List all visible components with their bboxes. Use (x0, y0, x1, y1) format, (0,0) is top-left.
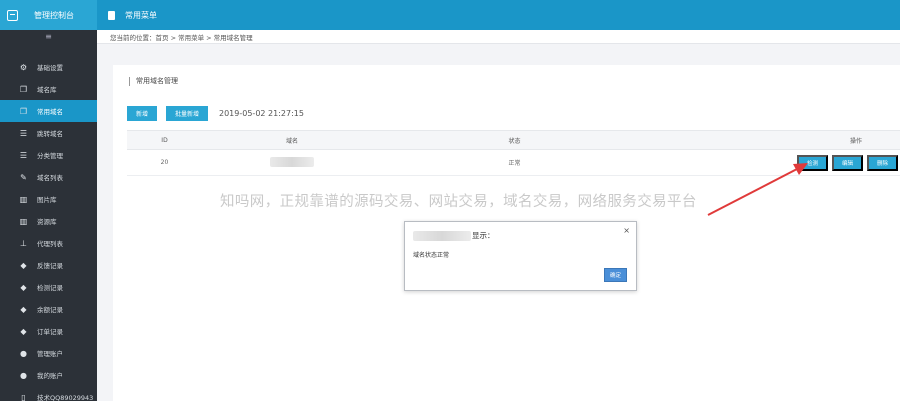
console-icon (7, 9, 18, 21)
sidebar-item-category-management[interactable]: ☰ 分类管理 (0, 144, 97, 166)
sidebar-item-basic-settings[interactable]: ⚙ 基础设置 (0, 56, 97, 78)
map-icon: ▥ (19, 194, 28, 204)
copy-icon: ❐ (19, 84, 28, 94)
dialog-title: 显示： (413, 230, 495, 241)
breadcrumb: 您当前的位置：首页 > 常用菜单 > 常用域名管理 (97, 30, 900, 44)
sidebar-item-domain-library[interactable]: ❐ 域名库 (0, 78, 97, 100)
close-icon[interactable]: × (623, 226, 630, 235)
check-button[interactable]: 检测 (797, 154, 828, 171)
main-content: 您当前的位置：首页 > 常用菜单 > 常用域名管理 常用域名管理 新增 批量新增… (97, 30, 900, 401)
add-button[interactable]: 新增 (127, 106, 157, 121)
sidebar-item-proxy-list[interactable]: ⊥ 代理列表 (0, 232, 97, 254)
tag-icon: ◆ (20, 304, 27, 314)
table-row: 20 正常 检测 编辑 删除 (127, 149, 900, 176)
top-bar: 管理控制台 常用菜单 (0, 0, 900, 30)
menu-toggle-icon[interactable]: ≡ (0, 30, 97, 42)
sitemap-icon: ⊥ (20, 238, 27, 248)
dialog-message: 域名状态正常 (413, 252, 450, 259)
tab-common-menu[interactable]: 常用菜单 (108, 0, 157, 30)
sidebar-item-resource-library[interactable]: ▥ 资源库 (0, 210, 97, 232)
sidebar-item-my-account[interactable]: ● 我的账户 (0, 364, 97, 386)
sidebar-item-redirect-domains[interactable]: ☰ 跳转域名 (0, 122, 97, 144)
sidebar-item-common-domains[interactable]: ❐ 常用域名 (0, 100, 97, 122)
edit-icon: ✎ (20, 172, 27, 182)
cell-status: 正常 (382, 149, 647, 176)
cell-id: 20 (127, 149, 202, 176)
watermark: 知吗网，正规靠谱的源码交易、网站交易，域名交易，网络服务交易平台 (220, 194, 697, 210)
tag-icon: ◆ (20, 282, 27, 292)
brand[interactable]: 管理控制台 (0, 0, 97, 30)
tag-icon: ◆ (20, 326, 27, 336)
sidebar-item-admin-accounts[interactable]: ● 管理账户 (0, 342, 97, 364)
sidebar-item-check-records[interactable]: ◆ 检测记录 (0, 276, 97, 298)
gears-icon: ⚙ (19, 62, 28, 72)
sidebar-item-tech-qq[interactable]: ▯ 技术QQ89029943 (0, 386, 97, 401)
mobile-icon: ▯ (21, 392, 26, 401)
alert-dialog: 显示： × 域名状态正常 确定 (404, 221, 637, 291)
sidebar-item-order-records[interactable]: ◆ 订单记录 (0, 320, 97, 342)
redacted-host (413, 230, 471, 241)
panel-title: 常用域名管理 (129, 76, 178, 86)
user-icon: ● (20, 348, 27, 358)
brand-title: 管理控制台 (34, 10, 74, 20)
sidebar: ≡ ⚙ 基础设置 ❐ 域名库 ❐ 常用域名 ☰ 跳转域名 ☰ 分类管理 ✎ 域名列表 ▥ 图片… (0, 30, 97, 401)
copy-icon: ❐ (19, 106, 28, 116)
table-header: ID 域名 状态 操作 (127, 130, 900, 150)
ok-button[interactable]: 确定 (604, 268, 627, 282)
list-icon: ☰ (19, 128, 28, 138)
column-header-domain: 域名 (202, 130, 382, 150)
column-header-id: ID (127, 130, 202, 150)
cell-domain (202, 149, 382, 176)
cell-actions: 检测 编辑 删除 (647, 149, 900, 176)
toolbar: 新增 批量新增 2019-05-02 21:27:15 (127, 106, 304, 121)
sidebar-item-balance-records[interactable]: ◆ 余额记录 (0, 298, 97, 320)
edit-button[interactable]: 编辑 (832, 154, 863, 171)
batch-add-button[interactable]: 批量新增 (166, 106, 208, 121)
delete-button[interactable]: 删除 (867, 154, 898, 171)
tag-icon: ◆ (20, 260, 27, 270)
sidebar-menu: ⚙ 基础设置 ❐ 域名库 ❐ 常用域名 ☰ 跳转域名 ☰ 分类管理 ✎ 域名列表 ▥ 图片库 … (0, 56, 97, 401)
tab-label: 常用菜单 (125, 10, 157, 20)
sidebar-item-feedback-records[interactable]: ◆ 反馈记录 (0, 254, 97, 276)
map-icon: ▥ (19, 216, 28, 226)
bookmark-icon (108, 10, 115, 20)
sidebar-item-image-library[interactable]: ▥ 图片库 (0, 188, 97, 210)
timestamp: 2019-05-02 21:27:15 (219, 109, 304, 118)
user-icon: ● (20, 370, 27, 380)
domain-table: ID 域名 状态 操作 20 正常 检测 编辑 删除 (127, 130, 900, 176)
column-header-status: 状态 (382, 130, 647, 150)
sidebar-item-domain-list[interactable]: ✎ 域名列表 (0, 166, 97, 188)
column-header-actions: 操作 (647, 130, 900, 150)
list-icon: ☰ (19, 150, 28, 160)
redacted-domain (270, 156, 314, 167)
